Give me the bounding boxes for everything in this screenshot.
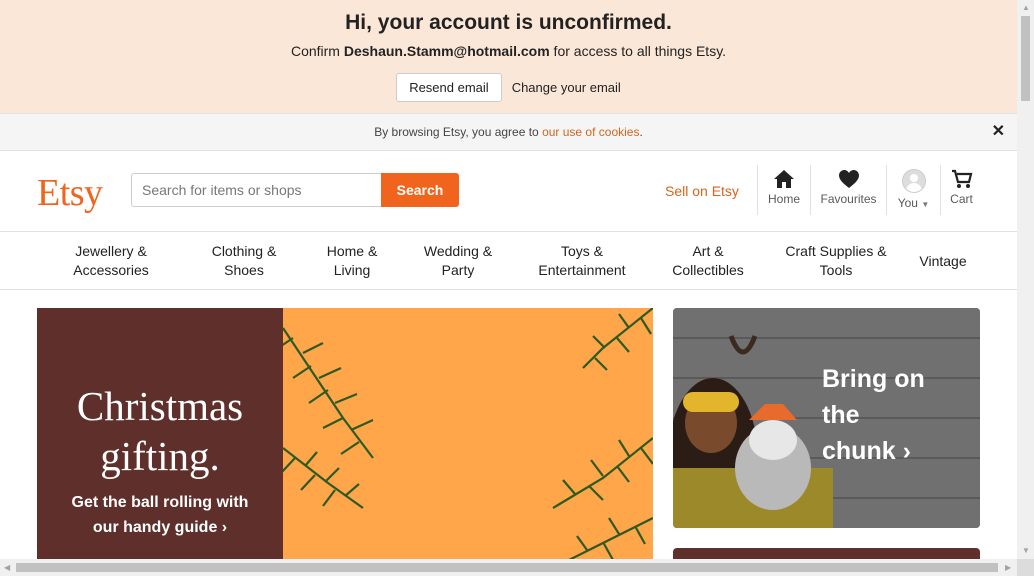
scroll-left-icon[interactable]: ◀ [4,563,10,572]
banner-actions: Resend email Change your email [0,73,1017,102]
nav-you[interactable]: You ▼ [886,165,940,215]
nav-you-label: You [897,196,918,210]
hero-image [277,308,653,559]
banner-subtitle: Confirm Deshaun.Stamm@hotmail.com for ac… [290,43,727,59]
close-icon[interactable]: ✕ [992,114,1005,150]
etsy-logo[interactable]: Etsy [37,171,103,215]
horizontal-scroll-thumb[interactable] [16,563,998,572]
cart-icon [951,169,972,188]
sell-on-etsy-link[interactable]: Sell on Etsy [665,183,739,199]
vertical-scrollbar[interactable]: ▲ ▼ [1017,0,1034,559]
heart-icon [838,170,859,188]
christmas-hero-banner[interactable]: Christmas gifting. Get the ball rolling … [37,308,653,559]
search-bar: Search for items or shops Search [131,173,459,207]
search-button[interactable]: Search [381,173,459,207]
home-icon [774,170,794,188]
nav-favourites-label: Favourites [820,192,877,206]
page-viewport: Hi, your account is unconfirmed. Confirm… [0,0,1017,559]
vertical-scroll-thumb[interactable] [1021,16,1030,101]
category-home-living[interactable]: Home & Living [317,242,387,280]
category-wedding[interactable]: Wedding & Party [413,242,503,280]
avatar [901,169,926,193]
change-email-link[interactable]: Change your email [512,80,621,95]
search-input[interactable]: Search for items or shops [131,173,381,207]
banner-email: Deshaun.Stamm@hotmail.com [343,43,550,59]
nav-favourites[interactable]: Favourites [810,165,886,215]
category-vintage[interactable]: Vintage [912,252,974,271]
category-clothing[interactable]: Clothing & Shoes [203,242,285,280]
pine-branches-image [277,308,653,559]
hero-cta-link[interactable]: Get the ball rolling with our handy guid… [37,490,283,540]
scroll-down-icon[interactable]: ▼ [1022,546,1030,555]
category-art[interactable]: Art & Collectibles [661,242,755,280]
banner-title: Hi, your account is unconfirmed. [345,11,672,34]
cookie-notice: By browsing Etsy, you agree to our use o… [0,113,1017,151]
resend-email-button[interactable]: Resend email [396,73,502,102]
chunk-promo-card[interactable]: Bring on the chunk › [673,308,980,528]
nav-cart[interactable]: Cart [940,165,982,215]
cookies-policy-link[interactable]: our use of cookies [542,125,639,139]
header-nav: Home Favourites You ▼ Cart [757,165,982,215]
category-jewellery[interactable]: Jewellery & Accessories [62,242,160,280]
hero-text-panel: Christmas gifting. Get the ball rolling … [37,308,283,559]
site-header: Etsy Search for items or shops Search Se… [0,151,1017,232]
category-craft[interactable]: Craft Supplies & Tools [772,242,900,280]
promo-card-2[interactable] [673,548,980,559]
hero-title: Christmas gifting. [76,383,244,479]
category-toys[interactable]: Toys & Entertainment [527,242,637,280]
scroll-right-icon[interactable]: ▶ [1005,563,1011,572]
scroll-up-icon[interactable]: ▲ [1022,3,1030,12]
nav-cart-label: Cart [950,192,973,206]
chevron-down-icon: ▼ [921,200,930,209]
nav-home-label: Home [768,192,801,206]
scrollbar-corner [1017,559,1034,576]
account-unconfirmed-banner: Hi, your account is unconfirmed. Confirm… [0,0,1017,113]
card-headline: Bring on the chunk › [822,365,925,465]
nav-home[interactable]: Home [757,165,810,215]
horizontal-scrollbar[interactable]: ◀ ▶ [0,559,1017,576]
category-nav: Jewellery & Accessories Clothing & Shoes… [0,232,1017,290]
